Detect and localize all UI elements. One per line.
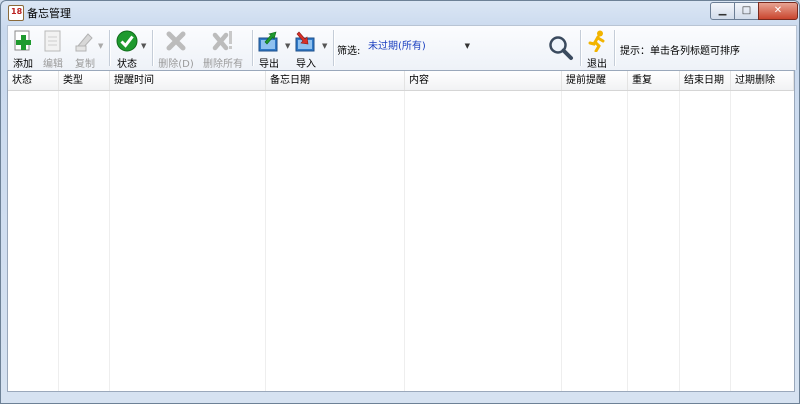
title-bar[interactable]: 18 备忘管理 ▁ □ ✕ [1, 1, 799, 23]
edit-button[interactable]: 编辑 [38, 28, 68, 70]
toolbar-separator [580, 30, 582, 66]
toolbar-separator [252, 30, 254, 66]
column-header-content[interactable]: 内容 [405, 71, 562, 90]
sort-hint-text: 提示：单击各列标题可排序 [620, 46, 740, 57]
export-dropdown-arrow[interactable]: ▼ [285, 42, 290, 50]
table-header-row: 状态 类型 提醒时间 备忘日期 内容 提前提醒 重复 结束日期 过期删除 [8, 71, 794, 91]
checkmark-icon [116, 30, 138, 52]
column-divider [404, 91, 405, 391]
export-label: 导出 [259, 59, 279, 70]
memo-manager-window: 18 备忘管理 ▁ □ ✕ 添加 编辑 复制 ▼ 状态 ▼ 删除(D) 删除所有… [0, 0, 800, 404]
delete-all-icon [212, 31, 232, 51]
minimize-button[interactable]: ▁ [710, 2, 735, 20]
delete-button[interactable]: 删除(D) [156, 28, 196, 70]
import-label: 导入 [296, 59, 316, 70]
search-icon[interactable] [548, 35, 574, 61]
column-header-repeat[interactable]: 重复 [628, 71, 680, 90]
column-divider [109, 91, 110, 391]
add-label: 添加 [13, 59, 33, 70]
add-button[interactable]: 添加 [10, 28, 36, 70]
delete-label: 删除(D) [158, 59, 194, 70]
memo-table[interactable]: 状态 类型 提醒时间 备忘日期 内容 提前提醒 重复 结束日期 过期删除 [7, 70, 795, 392]
column-header-status[interactable]: 状态 [8, 71, 59, 90]
maximize-button[interactable]: □ [734, 2, 759, 20]
toolbar-separator [152, 30, 154, 66]
delete-all-button[interactable]: 删除所有 [200, 28, 246, 70]
toolbar: 添加 编辑 复制 ▼ 状态 ▼ 删除(D) 删除所有 导出 ▼ 导入 ▼ 筛选:… [7, 25, 797, 70]
filter-label: 筛选: [337, 46, 361, 57]
filter-selected-value: 未过期(所有) [368, 41, 426, 52]
chevron-down-icon[interactable]: ▼ [465, 38, 470, 55]
import-button[interactable]: 导入 [293, 28, 319, 70]
column-divider [561, 91, 562, 391]
status-dropdown-arrow[interactable]: ▼ [141, 42, 146, 50]
column-divider [58, 91, 59, 391]
status-bar [7, 393, 793, 401]
column-header-memo-date[interactable]: 备忘日期 [266, 71, 405, 90]
column-header-remind-time[interactable]: 提醒时间 [110, 71, 266, 90]
delete-all-label: 删除所有 [203, 59, 243, 70]
column-header-advance-reminder[interactable]: 提前提醒 [562, 71, 628, 90]
column-divider [627, 91, 628, 391]
copy-icon [75, 33, 93, 52]
export-icon [258, 31, 278, 52]
exit-label: 退出 [587, 59, 607, 70]
status-label: 状态 [117, 59, 137, 70]
window-title: 备忘管理 [27, 7, 71, 20]
import-dropdown-arrow[interactable]: ▼ [322, 42, 327, 50]
column-divider [730, 91, 731, 391]
column-header-end-date[interactable]: 结束日期 [680, 71, 731, 90]
delete-x-icon [166, 31, 186, 51]
exit-button[interactable]: 退出 [584, 28, 610, 70]
column-divider [265, 91, 266, 391]
status-button[interactable]: 状态 [113, 28, 141, 70]
close-button[interactable]: ✕ [758, 2, 798, 20]
running-man-exit-icon [588, 30, 605, 52]
app-calendar-icon[interactable]: 18 [8, 5, 24, 21]
toolbar-separator [109, 30, 111, 66]
export-button[interactable]: 导出 [256, 28, 282, 70]
edit-icon [44, 30, 61, 52]
import-icon [295, 31, 315, 52]
column-header-expired-delete[interactable]: 过期删除 [731, 71, 794, 90]
copy-dropdown-arrow[interactable]: ▼ [98, 42, 103, 50]
toolbar-separator [614, 30, 616, 66]
column-divider [679, 91, 680, 391]
column-header-type[interactable]: 类型 [59, 71, 110, 90]
filter-select[interactable]: 未过期(所有) ▼ [366, 38, 472, 55]
edit-label: 编辑 [43, 59, 63, 70]
copy-button[interactable]: 复制 [69, 28, 101, 70]
copy-label: 复制 [75, 59, 95, 70]
add-icon [14, 30, 31, 51]
toolbar-separator [333, 30, 335, 66]
